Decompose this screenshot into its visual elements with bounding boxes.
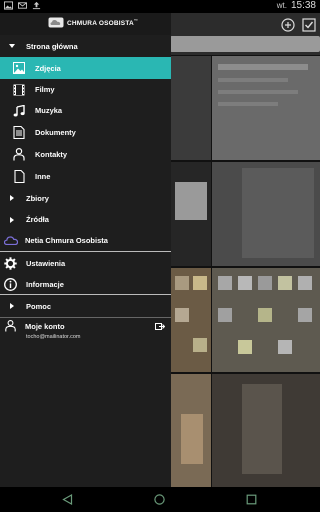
film-icon xyxy=(12,83,26,97)
sidebar-item-label: Zdjęcia xyxy=(35,63,61,73)
search-bar[interactable] xyxy=(170,36,320,52)
section-home-label: Strona główna xyxy=(26,41,78,51)
photo-thumbnail[interactable] xyxy=(212,268,320,372)
sidebar-item-music[interactable]: Muzyka xyxy=(0,100,171,121)
sidebar-item-info[interactable]: Informacje xyxy=(0,274,171,295)
drawer-header: CHMURA OSOBISTA™ xyxy=(0,13,171,35)
mail-notification-icon xyxy=(18,2,27,9)
expand-down-icon xyxy=(9,44,15,48)
sidebar-item-photos[interactable]: Zdjęcia xyxy=(0,57,171,79)
sidebar-item-label: Pomoc xyxy=(26,301,52,311)
image-icon xyxy=(12,61,26,75)
account-label: Moje konto xyxy=(25,321,65,331)
status-time: 15:38 xyxy=(290,0,316,11)
system-nav-bar xyxy=(0,487,320,512)
document-icon xyxy=(12,125,26,139)
photo-thumbnail[interactable] xyxy=(171,56,211,160)
brand-logo: CHMURA OSOBISTA™ xyxy=(48,17,138,28)
expand-right-icon xyxy=(10,303,14,309)
info-icon xyxy=(4,278,17,291)
status-bar: wt. 15:38 xyxy=(0,0,320,13)
account-email: tocho@mailinator.com xyxy=(26,334,81,340)
image-notification-icon xyxy=(4,1,13,10)
photo-thumbnail[interactable] xyxy=(171,268,211,372)
music-note-icon xyxy=(12,104,26,118)
sidebar-item-films[interactable]: Filmy xyxy=(0,79,171,100)
sidebar-item-other[interactable]: Inne xyxy=(0,165,171,187)
sidebar-item-label: Filmy xyxy=(35,85,55,94)
home-icon[interactable] xyxy=(154,494,165,505)
brand-name: CHMURA OSOBISTA™ xyxy=(67,17,139,28)
source-netia-cloud[interactable]: Netia Chmura Osobista xyxy=(0,230,171,251)
cloud-logo-icon xyxy=(48,17,64,28)
sidebar-item-label: Dokumenty xyxy=(35,127,76,137)
person-icon xyxy=(12,147,26,161)
sidebar-item-label: Inne xyxy=(35,171,51,181)
file-icon xyxy=(12,169,26,183)
gear-icon xyxy=(4,256,17,270)
sidebar-item-documents[interactable]: Dokumenty xyxy=(0,121,171,143)
section-home[interactable]: Strona główna xyxy=(0,35,171,57)
sidebar-item-contacts[interactable]: Kontakty xyxy=(0,143,171,165)
sidebar-item-label: Ustawienia xyxy=(26,258,66,268)
photo-thumbnail[interactable] xyxy=(212,162,320,266)
sidebar-item-help[interactable]: Pomoc xyxy=(0,295,171,317)
photo-thumbnail[interactable] xyxy=(212,56,320,160)
source-netia-cloud-label: Netia Chmura Osobista xyxy=(25,236,108,245)
recents-icon[interactable] xyxy=(246,494,257,505)
expand-right-icon xyxy=(10,195,14,201)
section-collections[interactable]: Zbiory xyxy=(0,187,171,209)
person-icon xyxy=(5,320,16,332)
status-day: wt. xyxy=(276,1,287,10)
logout-icon[interactable] xyxy=(155,322,165,331)
sidebar-item-label: Kontakty xyxy=(35,149,68,159)
section-sources-label: Źródła xyxy=(26,215,49,224)
back-icon[interactable] xyxy=(62,494,73,505)
photo-thumbnail[interactable] xyxy=(171,162,211,266)
expand-right-icon xyxy=(10,216,14,223)
cloud-icon xyxy=(4,236,18,245)
select-check-icon[interactable] xyxy=(302,18,316,32)
sidebar-item-label: Muzyka xyxy=(35,106,63,115)
account-row[interactable]: Moje konto xyxy=(0,318,171,334)
navigation-drawer: CHMURA OSOBISTA™ Strona główna Zdjęcia F… xyxy=(0,13,171,487)
section-sources[interactable]: Źródła xyxy=(0,209,171,230)
sidebar-item-settings[interactable]: Ustawienia xyxy=(0,252,171,274)
photo-thumbnail[interactable] xyxy=(171,374,211,487)
sidebar-item-label: Informacje xyxy=(26,280,64,289)
photo-thumbnail[interactable] xyxy=(212,374,320,487)
add-icon[interactable] xyxy=(281,18,295,32)
section-collections-label: Zbiory xyxy=(26,193,49,203)
upload-notification-icon xyxy=(32,1,41,10)
